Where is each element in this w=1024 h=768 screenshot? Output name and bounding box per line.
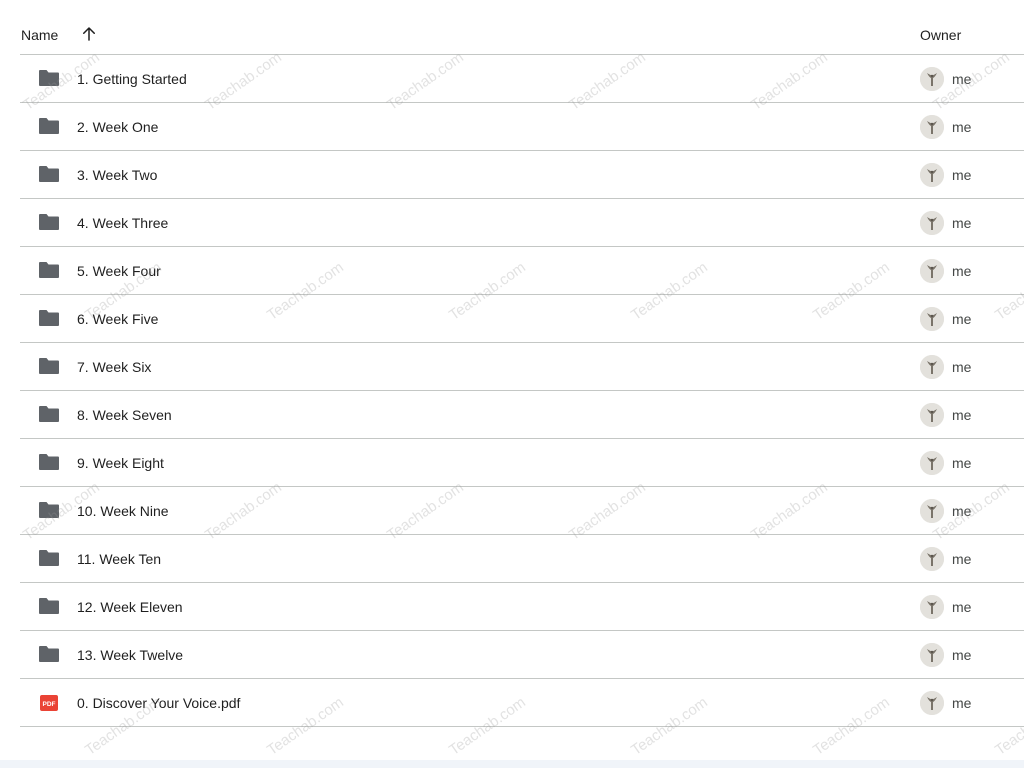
- file-row[interactable]: 10. Week Nine me: [20, 487, 1024, 535]
- owner-avatar: [920, 595, 944, 619]
- owner-avatar: [920, 403, 944, 427]
- owner-avatar-icon: [920, 259, 944, 283]
- owner-avatar-icon: [920, 355, 944, 379]
- owner-avatar: [920, 451, 944, 475]
- owner-avatar: [920, 691, 944, 715]
- owner-name: me: [952, 551, 972, 567]
- folder-icon: [39, 406, 59, 422]
- file-row[interactable]: 13. Week Twelve me: [20, 631, 1024, 679]
- file-row[interactable]: PDF 0. Discover Your Voice.pdf me: [20, 679, 1024, 727]
- folder-icon: [39, 310, 59, 326]
- pdf-file-icon: PDF: [40, 695, 58, 711]
- owner-name: me: [952, 167, 972, 183]
- owner-avatar: [920, 259, 944, 283]
- file-name: 9. Week Eight: [77, 455, 164, 471]
- file-row[interactable]: 7. Week Six me: [20, 343, 1024, 391]
- owner-name: me: [952, 71, 972, 87]
- owner-name: me: [952, 647, 972, 663]
- file-row[interactable]: 2. Week One me: [20, 103, 1024, 151]
- folder-icon: [39, 262, 59, 278]
- folder-icon: [39, 454, 59, 470]
- owner-avatar: [920, 67, 944, 91]
- file-name: 2. Week One: [77, 119, 159, 135]
- folder-icon: [39, 118, 59, 134]
- file-row[interactable]: 4. Week Three me: [20, 199, 1024, 247]
- folder-icon: [39, 358, 59, 374]
- owner-avatar-icon: [920, 403, 944, 427]
- owner-name: me: [952, 311, 972, 327]
- owner-avatar-icon: [920, 451, 944, 475]
- file-row[interactable]: 5. Week Four me: [20, 247, 1024, 295]
- owner-name: me: [952, 263, 972, 279]
- folder-icon: [39, 598, 59, 614]
- file-name: 3. Week Two: [77, 167, 158, 183]
- owner-avatar: [920, 163, 944, 187]
- file-row[interactable]: 1. Getting Started me: [20, 55, 1024, 103]
- name-column-header[interactable]: Name: [21, 27, 58, 43]
- owner-name: me: [952, 599, 972, 615]
- file-name: 12. Week Eleven: [77, 599, 183, 615]
- folder-icon: [39, 70, 59, 86]
- owner-avatar-icon: [920, 499, 944, 523]
- file-name: 1. Getting Started: [77, 71, 187, 87]
- owner-avatar: [920, 307, 944, 331]
- owner-avatar: [920, 115, 944, 139]
- file-row[interactable]: 6. Week Five me: [20, 295, 1024, 343]
- owner-name: me: [952, 695, 972, 711]
- file-list-panel: Name Owner 1. Getting Started me 2. Week…: [0, 0, 1024, 760]
- owner-avatar: [920, 499, 944, 523]
- file-name: 10. Week Nine: [77, 503, 169, 519]
- owner-name: me: [952, 503, 972, 519]
- owner-name: me: [952, 359, 972, 375]
- pdf-badge-text: PDF: [43, 701, 56, 708]
- owner-avatar: [920, 355, 944, 379]
- owner-avatar-icon: [920, 643, 944, 667]
- owner-avatar: [920, 211, 944, 235]
- owner-avatar-icon: [920, 115, 944, 139]
- owner-avatar-icon: [920, 163, 944, 187]
- file-list: 1. Getting Started me 2. Week One me 3. …: [20, 55, 1024, 727]
- folder-icon: [39, 166, 59, 182]
- owner-avatar: [920, 547, 944, 571]
- file-name: 0. Discover Your Voice.pdf: [77, 695, 241, 711]
- file-name: 8. Week Seven: [77, 407, 172, 423]
- owner-name: me: [952, 455, 972, 471]
- folder-icon: [39, 502, 59, 518]
- folder-icon: [39, 646, 59, 662]
- owner-column-header[interactable]: Owner: [920, 27, 961, 43]
- folder-icon: [39, 214, 59, 230]
- file-name: 5. Week Four: [77, 263, 161, 279]
- file-name: 6. Week Five: [77, 311, 159, 327]
- owner-avatar-icon: [920, 211, 944, 235]
- file-row[interactable]: 8. Week Seven me: [20, 391, 1024, 439]
- arrow-upward-icon[interactable]: [80, 25, 98, 43]
- folder-icon: [39, 550, 59, 566]
- owner-name: me: [952, 119, 972, 135]
- owner-avatar-icon: [920, 547, 944, 571]
- file-name: 4. Week Three: [77, 215, 169, 231]
- file-name: 11. Week Ten: [77, 551, 162, 567]
- owner-avatar-icon: [920, 691, 944, 715]
- file-row[interactable]: 12. Week Eleven me: [20, 583, 1024, 631]
- owner-name: me: [952, 407, 972, 423]
- owner-avatar-icon: [920, 307, 944, 331]
- file-name: 7. Week Six: [77, 359, 152, 375]
- file-row[interactable]: 3. Week Two me: [20, 151, 1024, 199]
- file-row[interactable]: 9. Week Eight me: [20, 439, 1024, 487]
- file-row[interactable]: 11. Week Ten me: [20, 535, 1024, 583]
- file-name: 13. Week Twelve: [77, 647, 184, 663]
- owner-avatar: [920, 643, 944, 667]
- owner-avatar-icon: [920, 595, 944, 619]
- owner-avatar-icon: [920, 67, 944, 91]
- owner-name: me: [952, 215, 972, 231]
- file-list-header: Name Owner: [20, 16, 1024, 55]
